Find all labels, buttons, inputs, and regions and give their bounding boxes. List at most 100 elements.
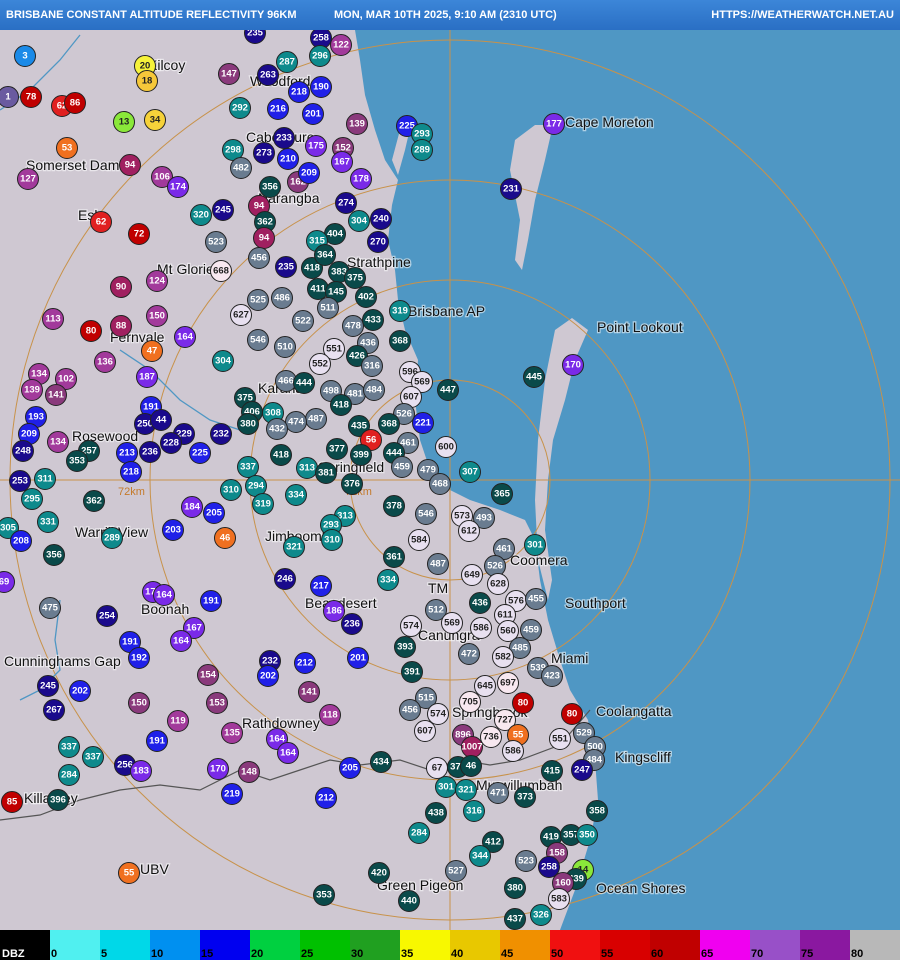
radar-marker: 546 [415, 503, 437, 525]
radar-marker: 55 [118, 862, 140, 884]
radar-marker-value: 145 [328, 287, 345, 298]
radar-marker-value: 438 [428, 808, 444, 819]
radar-marker: 187 [136, 366, 158, 388]
radar-marker-value: 53 [62, 143, 73, 154]
radar-marker-value: 529 [576, 728, 592, 739]
radar-marker: 201 [347, 647, 369, 669]
radar-marker: 396 [47, 789, 69, 811]
radar-marker: 34 [144, 109, 166, 131]
radar-marker: 376 [341, 473, 363, 495]
radar-marker: 456 [248, 247, 270, 269]
radar-marker: 53 [56, 137, 78, 159]
legend-label: 15 [201, 948, 213, 960]
radar-marker-value: 3 [22, 51, 27, 62]
radar-marker-value: 573 [454, 511, 470, 522]
radar-map[interactable]: 72km 72km KilcoyKilcoyWoodfordWoodfordCa… [0, 30, 900, 930]
radar-marker-value: 482 [233, 163, 249, 174]
radar-marker: 245 [37, 675, 59, 697]
radar-marker-value: 310 [223, 485, 239, 496]
radar-marker-value: 304 [215, 356, 232, 367]
radar-marker: 225 [189, 442, 211, 464]
radar-marker-value: 46 [220, 533, 231, 544]
radar-marker-value: 668 [213, 266, 229, 277]
radar-marker-value: 134 [50, 437, 67, 448]
radar-marker: 178 [350, 168, 372, 190]
range-label: 72km [118, 486, 145, 498]
radar-marker-value: 380 [240, 419, 256, 430]
radar-marker-value: 44 [156, 415, 167, 426]
radar-marker-value: 20 [140, 61, 151, 72]
radar-marker: 378 [383, 495, 405, 517]
radar-marker-value: 362 [257, 217, 273, 228]
radar-marker: 119 [167, 710, 189, 732]
radar-marker-value: 86 [70, 98, 81, 109]
radar-marker-value: 72 [134, 229, 145, 240]
radar-marker: 44 [150, 409, 172, 431]
radar-marker-value: 201 [305, 109, 322, 120]
radar-marker-value: 245 [215, 205, 232, 216]
radar-marker: 381 [315, 462, 337, 484]
radar-marker-value: 511 [320, 303, 336, 314]
radar-marker: 304 [212, 350, 234, 372]
radar-marker: 411 [307, 278, 329, 300]
radar-marker-value: 512 [428, 605, 444, 616]
radar-marker: 205 [339, 757, 361, 779]
radar-marker-value: 316 [466, 806, 482, 817]
legend-label: 10 [151, 948, 163, 960]
radar-marker-value: 135 [224, 728, 241, 739]
radar-marker: 551 [549, 728, 571, 750]
radar-marker: 135 [221, 722, 243, 744]
radar-marker-value: 321 [286, 542, 303, 553]
radar-marker-value: 191 [122, 637, 139, 648]
radar-marker: 183 [130, 760, 152, 782]
radar-marker-value: 62 [96, 217, 107, 228]
radar-marker-value: 170 [210, 764, 226, 775]
radar-marker: 433 [362, 309, 384, 331]
radar-marker-value: 170 [565, 360, 581, 371]
radar-marker: 582 [492, 646, 514, 668]
radar-marker-value: 218 [291, 87, 307, 98]
radar-marker: 380 [504, 877, 526, 899]
legend-label: 75 [801, 948, 813, 960]
radar-marker-value: 154 [200, 670, 217, 681]
radar-marker-value: 433 [365, 315, 381, 326]
legend-label: 60 [651, 948, 663, 960]
radar-marker: 471 [487, 782, 509, 804]
town-label: Southport [565, 595, 626, 611]
radar-marker: 586 [470, 617, 492, 639]
radar-marker: 478 [342, 315, 364, 337]
source-url[interactable]: HTTPS://WEATHERWATCH.NET.AU [711, 9, 894, 21]
legend-label: 5 [101, 948, 107, 960]
radar-marker: 482 [230, 157, 252, 179]
radar-marker: 150 [128, 692, 150, 714]
radar-marker-value: 607 [403, 392, 419, 403]
header-bar: BRISBANE CONSTANT ALTITUDE REFLECTIVITY … [0, 0, 900, 30]
radar-marker-value: 526 [487, 561, 503, 572]
town-label: Point Lookout [597, 319, 683, 335]
radar-marker: 437 [504, 908, 526, 930]
radar-marker: 319 [389, 300, 411, 322]
radar-marker-value: 190 [313, 82, 329, 93]
radar-marker-value: 337 [240, 462, 256, 473]
radar-marker: 174 [167, 176, 189, 198]
radar-marker-value: 134 [31, 369, 48, 380]
radar-marker-value: 468 [432, 479, 448, 490]
radar-marker: 510 [274, 336, 296, 358]
radar-marker-value: 219 [224, 789, 240, 800]
radar-marker: 472 [458, 643, 480, 665]
radar-marker-value: 56 [366, 435, 377, 446]
radar-marker-value: 209 [301, 168, 317, 179]
radar-marker: 191 [200, 590, 222, 612]
radar-marker-value: 455 [528, 594, 545, 605]
radar-marker: 212 [315, 787, 337, 809]
radar-marker: 164 [174, 326, 196, 348]
radar-marker: 221 [412, 412, 434, 434]
radar-marker-value: 337 [85, 752, 101, 763]
radar-marker-value: 569 [444, 618, 460, 629]
radar-marker-value: 456 [402, 705, 418, 716]
radar-marker: 13 [113, 111, 135, 133]
radar-marker: 574 [427, 703, 449, 725]
radar-marker-value: 607 [417, 726, 433, 737]
radar-marker: 444 [293, 372, 315, 394]
radar-marker-value: 435 [351, 421, 368, 432]
